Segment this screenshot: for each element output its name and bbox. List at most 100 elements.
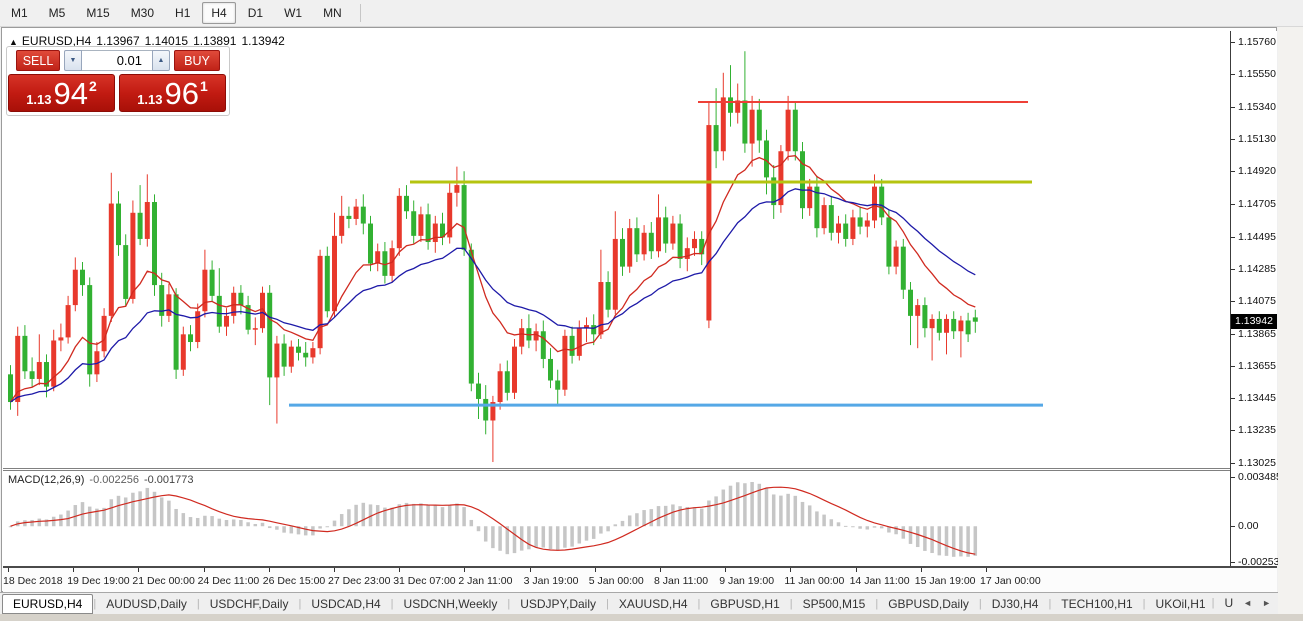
chart-tab-usdcnh-weekly[interactable]: USDCNH,Weekly	[394, 595, 508, 613]
candle	[721, 97, 726, 151]
chart-tab-audusd-daily[interactable]: AUDUSD,Daily	[96, 595, 197, 613]
desktop-area: ★ ☰ @	[1278, 27, 1303, 614]
macd-bar	[592, 526, 596, 539]
candle	[606, 282, 611, 310]
price-axis-tick	[1231, 42, 1235, 43]
candle	[591, 325, 596, 334]
macd-bar	[441, 507, 445, 526]
macd-bar	[160, 497, 164, 526]
candle	[634, 228, 639, 254]
candle	[519, 328, 524, 346]
chart-tab-gbpusd-h1[interactable]: GBPUSD,H1	[700, 595, 789, 613]
timeframe-button-m15[interactable]: M15	[77, 2, 118, 24]
chart-tab-usdjpy-daily[interactable]: USDJPY,Daily	[510, 595, 606, 613]
candle	[764, 140, 769, 177]
macd-bar	[340, 514, 344, 526]
price-axis-tick	[1231, 463, 1235, 464]
macd-bar	[750, 482, 754, 526]
sell-price-pip: 2	[89, 78, 97, 94]
tab-overflow[interactable]: U	[1224, 596, 1233, 610]
timeframe-button-m30[interactable]: M30	[122, 2, 163, 24]
candle	[786, 110, 791, 152]
candle	[37, 362, 42, 379]
macd-bar	[635, 513, 639, 526]
macd-bar	[419, 503, 423, 526]
chart-tab-ukoil-h1[interactable]: UKOil,H1	[1146, 595, 1216, 613]
tab-scroll-right-icon[interactable]: ►	[1262, 598, 1271, 608]
macd-bar	[376, 505, 380, 526]
tab-scroll-left-icon[interactable]: ◄	[1243, 598, 1252, 608]
macd-bar	[952, 526, 956, 557]
date-axis-label: 27 Dec 23:00	[328, 575, 390, 587]
date-axis-tick	[530, 568, 531, 572]
date-axis-tick	[399, 568, 400, 572]
timeframe-button-mn[interactable]: MN	[314, 2, 351, 24]
macd-bar	[830, 519, 834, 526]
candle	[656, 217, 661, 251]
chart-tab-eurusd-h4[interactable]: EURUSD,H4	[2, 594, 93, 614]
price-axis[interactable]: 1.13942 1.157601.155501.153401.151301.14…	[1230, 31, 1277, 566]
chart-tab-sp500-m15[interactable]: SP500,M15	[793, 595, 876, 613]
timeframe-button-w1[interactable]: W1	[275, 2, 311, 24]
macd-bar	[808, 505, 812, 526]
candle	[944, 319, 949, 333]
chart-tab-usdcad-h4[interactable]: USDCAD,H4	[301, 595, 390, 613]
buy-button[interactable]: BUY	[174, 50, 220, 71]
macd-bar	[59, 515, 63, 527]
macd-bar	[261, 523, 265, 526]
candle	[361, 207, 366, 224]
macd-signal-value: -0.001773	[144, 474, 194, 486]
window-bottom-edge	[0, 614, 1303, 621]
macd-bar	[131, 493, 135, 527]
macd-bar	[333, 521, 337, 527]
macd-bar	[650, 509, 654, 526]
date-axis-tick	[138, 568, 139, 572]
candle	[51, 340, 56, 386]
candle	[274, 344, 279, 378]
date-axis-label: 2 Jan 11:00	[458, 575, 512, 587]
price-axis-label: 1.15760	[1238, 36, 1276, 48]
macd-bar	[239, 520, 243, 526]
candle	[80, 270, 85, 285]
timeframe-button-m1[interactable]: M1	[2, 2, 37, 24]
macd-bar	[801, 502, 805, 526]
timeframe-button-m5[interactable]: M5	[40, 2, 75, 24]
chart-tab-dj30-h4[interactable]: DJ30,H4	[982, 595, 1049, 613]
candle	[339, 216, 344, 236]
sell-button[interactable]: SELL	[16, 50, 60, 71]
date-axis-tick	[790, 568, 791, 572]
chart-tab-usdchf-daily[interactable]: USDCHF,Daily	[200, 595, 299, 613]
trendlines-group	[289, 102, 1043, 405]
candle	[685, 248, 690, 259]
date-axis-label: 9 Jan 19:00	[719, 575, 774, 587]
date-axis-tick	[595, 568, 596, 572]
volume-input[interactable]	[82, 50, 152, 71]
macd-axis-label: 0.00	[1238, 520, 1258, 532]
macd-bar	[707, 501, 711, 527]
date-axis[interactable]: 18 Dec 201819 Dec 19:0021 Dec 00:0024 De…	[3, 568, 1277, 592]
candle	[613, 239, 618, 310]
chart-tab-tech100-h1[interactable]: TECH100,H1	[1051, 595, 1142, 613]
sell-price-button[interactable]: 1.13 94 2	[8, 74, 115, 112]
chart-tab-gbpusd-daily[interactable]: GBPUSD,Daily	[878, 595, 979, 613]
macd-bar	[851, 526, 855, 527]
macd-bar	[974, 526, 978, 556]
candle	[894, 247, 899, 267]
timeframe-button-d1[interactable]: D1	[239, 2, 272, 24]
date-axis-tick	[464, 568, 465, 572]
volume-decrement-button[interactable]: ▼	[64, 50, 82, 71]
macd-bar	[462, 507, 466, 526]
macd-bar	[873, 526, 877, 527]
macd-main-value: -0.002256	[89, 474, 139, 486]
timeframe-button-h4[interactable]: H4	[202, 2, 235, 24]
buy-price-button[interactable]: 1.13 96 1	[119, 74, 226, 112]
candle	[958, 320, 963, 331]
date-axis-tick	[725, 568, 726, 572]
timeframe-button-h1[interactable]: H1	[166, 2, 199, 24]
chart-tab-xauusd-h4[interactable]: XAUUSD,H4	[609, 595, 698, 613]
macd-bar	[117, 496, 121, 526]
candle	[850, 217, 855, 239]
volume-increment-button[interactable]: ▲	[152, 50, 170, 71]
macd-bar	[182, 513, 186, 526]
date-axis-tick	[856, 568, 857, 572]
